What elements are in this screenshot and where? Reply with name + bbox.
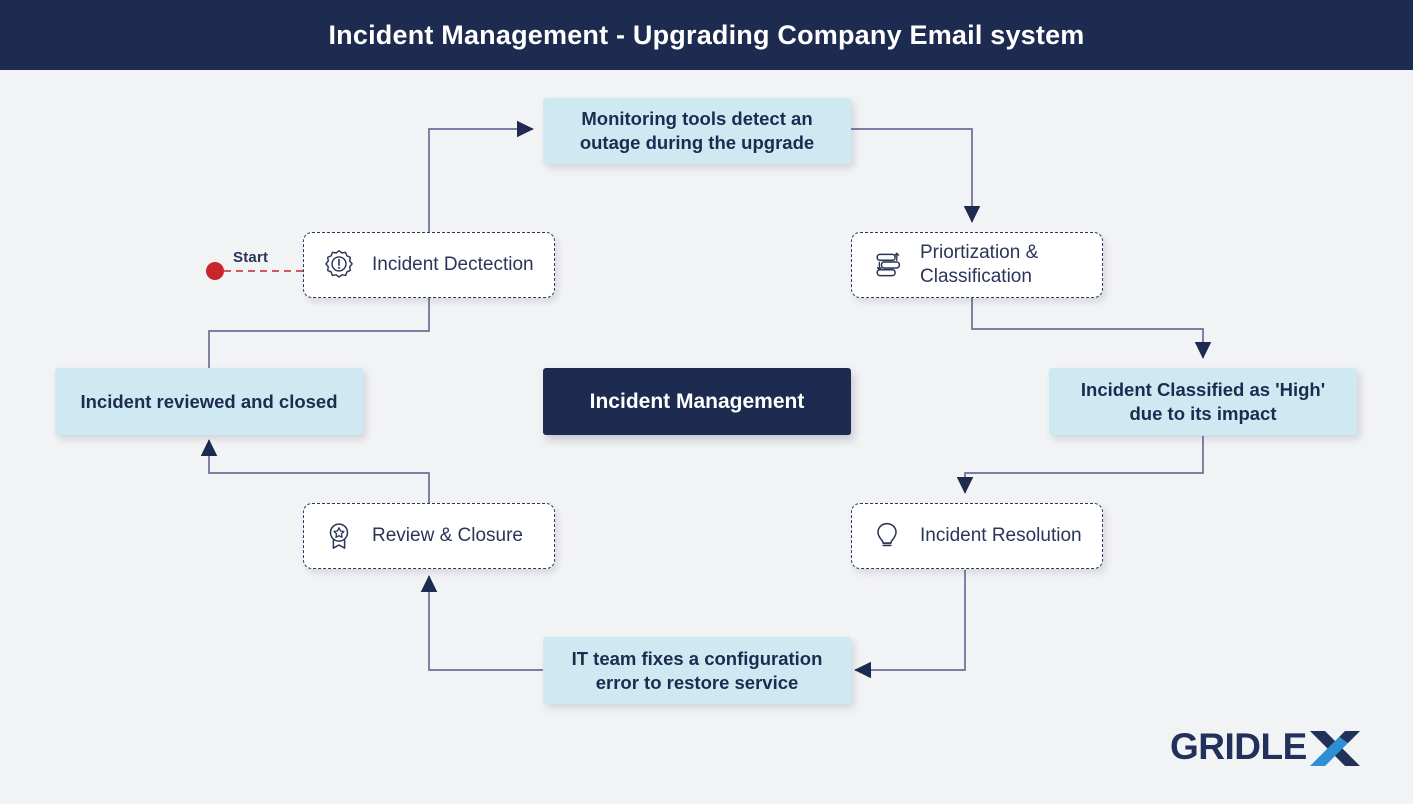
node-prioritization-classification[interactable]: Priortization & Classification [851, 232, 1103, 298]
lightbulb-icon [870, 519, 904, 553]
gridlex-logo: GRIDLE [1170, 726, 1360, 768]
node-monitoring-tools[interactable]: Monitoring tools detect an outage during… [543, 98, 851, 164]
start-label: Start [233, 249, 269, 266]
node-prioritization-classification-label: Priortization & Classification [920, 242, 1039, 287]
logo-text-main: GRIDLE [1170, 728, 1307, 767]
page-title: Incident Management - Upgrading Company … [328, 19, 1085, 50]
node-it-team-fix-label: IT team fixes a configuration error to r… [571, 647, 823, 693]
node-incident-classified-high[interactable]: Incident Classified as 'High' due to its… [1049, 368, 1357, 435]
node-incident-management-center-label: Incident Management [589, 390, 805, 413]
node-incident-detection[interactable]: Incident Dectection [303, 232, 555, 298]
logo-x-mark [1310, 731, 1360, 766]
node-monitoring-tools-label: Monitoring tools detect an outage during… [579, 108, 815, 153]
node-incident-resolution-label: Incident Resolution [920, 525, 1082, 546]
award-ribbon-icon [322, 519, 356, 553]
node-incident-resolution[interactable]: Incident Resolution [851, 503, 1103, 569]
node-it-team-fix[interactable]: IT team fixes a configuration error to r… [543, 637, 851, 704]
node-incident-reviewed-closed[interactable]: Incident reviewed and closed [55, 368, 363, 435]
badge-alert-icon [322, 248, 356, 282]
sort-list-icon [870, 248, 904, 282]
node-review-closure[interactable]: Review & Closure [303, 503, 555, 569]
node-incident-management-center: Incident Management [543, 368, 851, 435]
flowchart-page: Incident Management - Upgrading Company … [0, 0, 1413, 804]
node-review-closure-label: Review & Closure [372, 525, 523, 546]
node-incident-classified-high-label: Incident Classified as 'High' due to its… [1080, 378, 1326, 424]
start-dot-icon [206, 262, 224, 280]
page-header: Incident Management - Upgrading Company … [0, 0, 1413, 70]
node-incident-reviewed-closed-label: Incident reviewed and closed [80, 390, 338, 412]
node-incident-detection-label: Incident Dectection [372, 254, 534, 275]
